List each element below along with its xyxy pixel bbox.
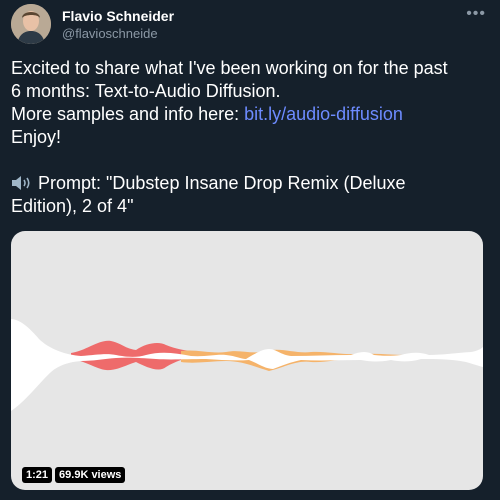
more-icon[interactable]: ••• xyxy=(466,5,486,23)
samples-link[interactable]: bit.ly/audio-diffusion xyxy=(244,104,403,124)
duration-badge: 1:21 xyxy=(22,467,53,483)
tweet-line: More samples and info here: bit.ly/audio… xyxy=(11,103,493,126)
prompt-text: Prompt: "Dubstep Insane Drop Remix (Delu… xyxy=(38,173,406,193)
media-badges: 1:21 69.9K views xyxy=(22,467,126,483)
tweet-text: Excited to share what I've been working … xyxy=(11,57,493,218)
audio-video-player[interactable]: 1:21 69.9K views xyxy=(11,231,483,490)
waveform xyxy=(11,319,483,411)
speaker-icon xyxy=(12,176,30,190)
tweet-line: 6 months: Text-to-Audio Diffusion. xyxy=(11,81,281,101)
tweet-line-text: More samples and info here: xyxy=(11,104,245,124)
avatar[interactable] xyxy=(11,4,51,44)
tweet-line: Excited to share what I've been working … xyxy=(11,58,448,78)
views-badge: 69.9K views xyxy=(55,467,126,483)
prompt-line: Prompt: "Dubstep Insane Drop Remix (Delu… xyxy=(11,172,493,195)
waveform-white-core xyxy=(11,319,483,411)
prompt-line: Edition), 2 of 4" xyxy=(11,196,134,216)
tweet-line: Enjoy! xyxy=(11,127,62,147)
author-name[interactable]: Flavio Schneider xyxy=(62,8,174,24)
author-handle[interactable]: @flavioschneide xyxy=(62,26,158,41)
